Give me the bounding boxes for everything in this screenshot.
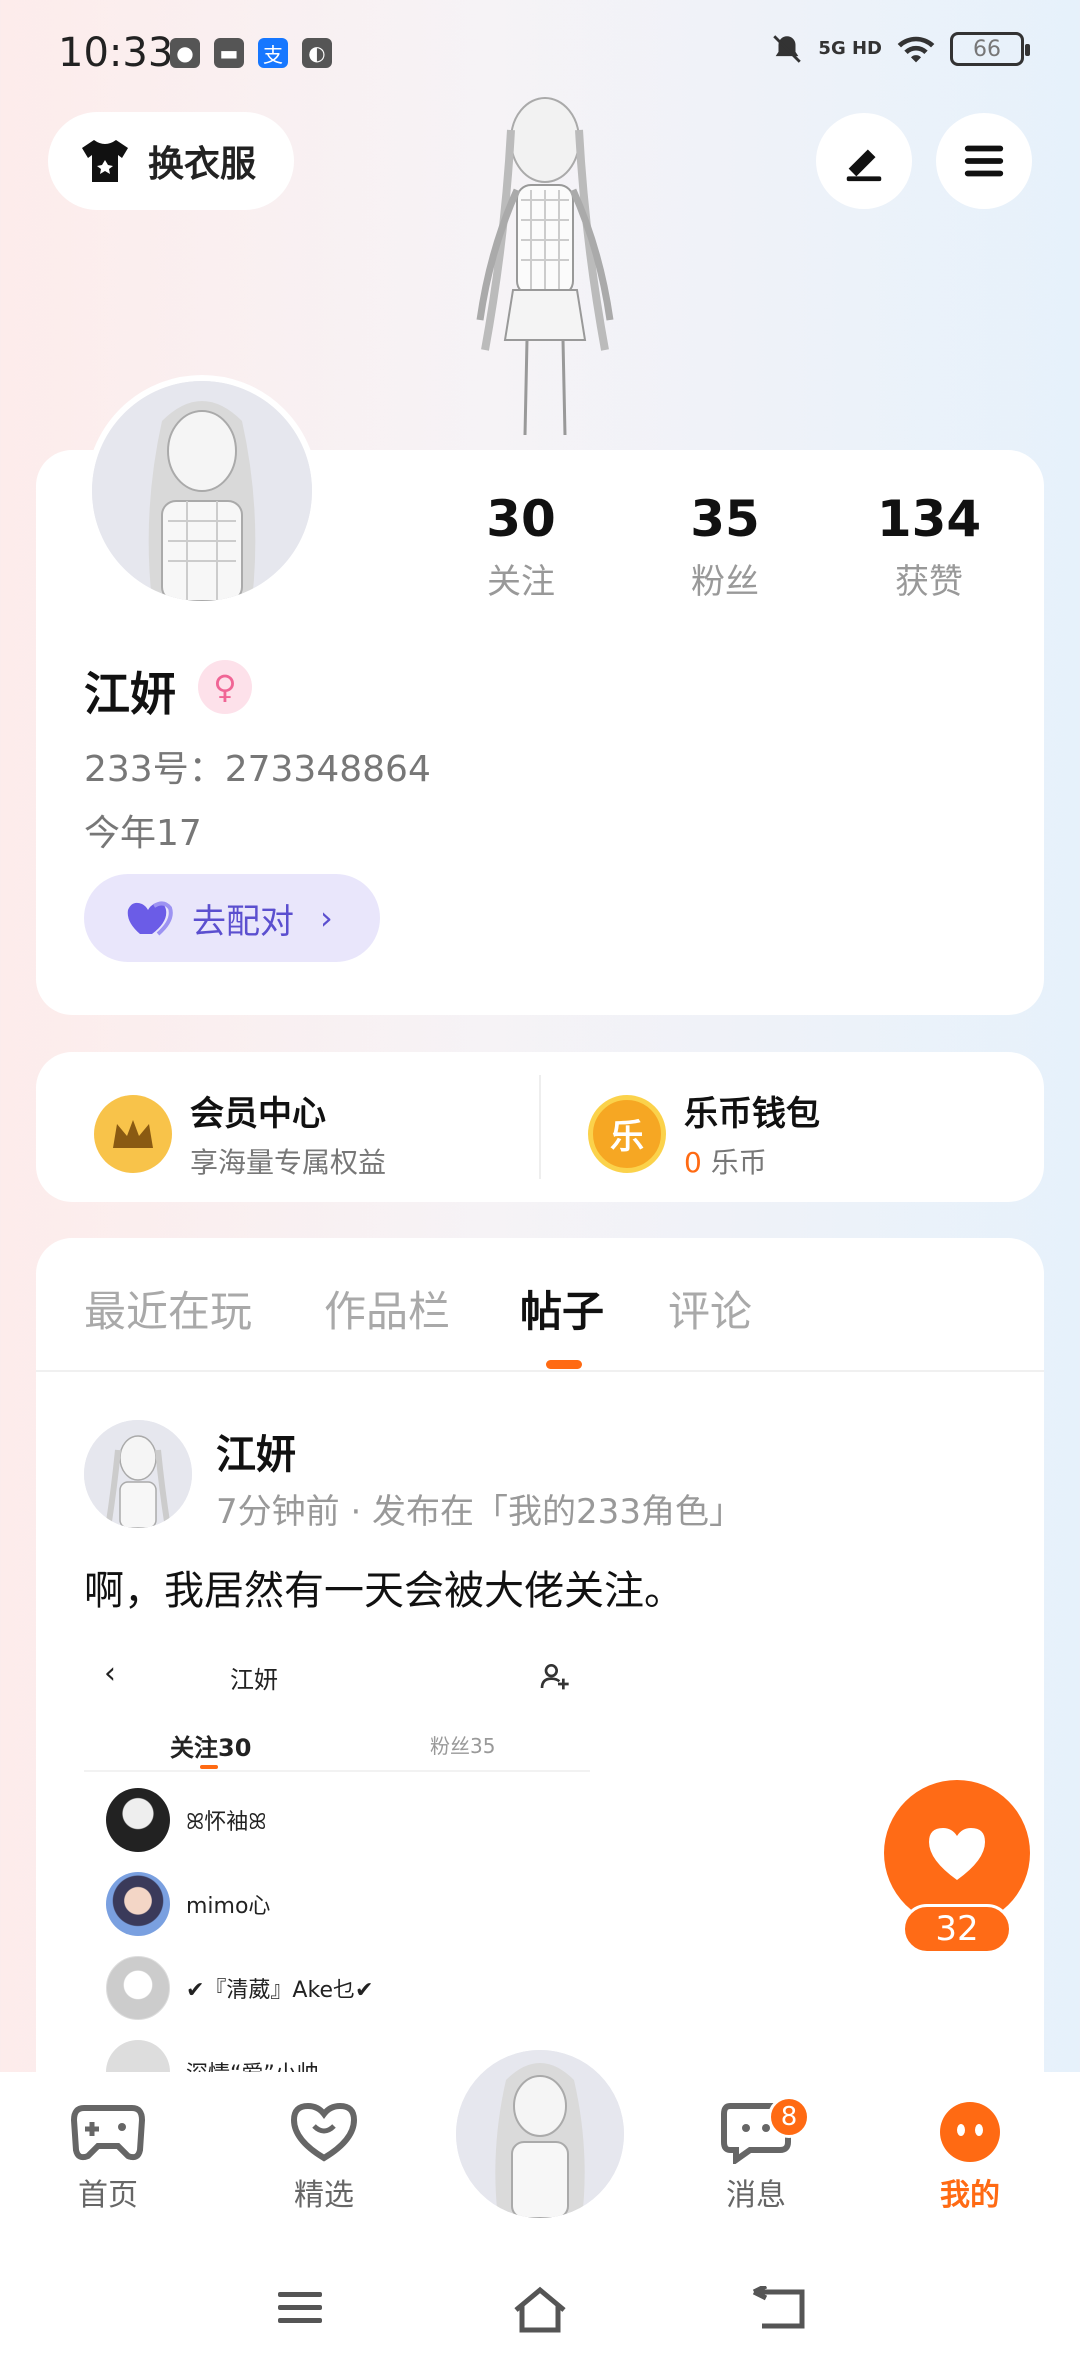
embed-divider <box>84 1770 590 1772</box>
nav-featured[interactable]: 精选 <box>254 2100 394 2214</box>
alipay-icon: 支 <box>258 38 288 68</box>
coin-icon: 乐 <box>588 1094 666 1173</box>
post-text: 啊，我居然有一天会被大佬关注。 <box>84 1568 684 1614</box>
nav-messages-label: 消息 <box>726 2178 786 2213</box>
embed-follow-row: mimo心 <box>106 1872 270 1936</box>
stat-following-value: 30 <box>486 490 556 548</box>
battery-icon: 66 <box>950 32 1030 66</box>
app-icon: ◐ <box>302 38 332 68</box>
match-label: 去配对 <box>192 901 294 942</box>
nav-mine[interactable]: 我的 <box>900 2100 1040 2214</box>
heart-icon <box>929 1828 985 1880</box>
shirt-icon <box>82 140 128 182</box>
embed-follow-row: ꕤ怀袖ꕤ <box>106 1788 267 1852</box>
female-icon: ♀ <box>198 660 252 714</box>
services-divider <box>539 1075 541 1179</box>
vip-center[interactable]: 会员中心 享海量专属权益 <box>94 1086 386 1181</box>
hamburger-icon <box>964 145 1004 177</box>
change-outfit-label: 换衣服 <box>148 144 257 185</box>
wallet-title: 乐币钱包 <box>684 1094 820 1134</box>
wifi-icon <box>897 36 935 63</box>
vip-subtitle: 享海量专属权益 <box>190 1146 387 1179</box>
profile-face-icon <box>940 2102 1000 2162</box>
chevron-right-icon: › <box>320 899 333 937</box>
notification-icons: ● ▬ 支 ◐ <box>170 38 332 68</box>
stat-likes[interactable]: 134 获赞 <box>839 490 1019 603</box>
embed-title: 江妍 <box>230 1666 278 1694</box>
avatar-character-figure <box>476 97 614 436</box>
stat-likes-value: 134 <box>876 490 982 548</box>
pencil-icon <box>846 149 882 182</box>
status-right: 5G HD 66 <box>770 32 1030 66</box>
profile-name: 江妍 <box>84 667 176 721</box>
embed-tab-fans: 粉丝35 <box>430 1734 496 1758</box>
embed-follow-avatar <box>106 1788 170 1852</box>
profile-avatar[interactable] <box>86 375 318 607</box>
tab-divider <box>36 1370 1044 1372</box>
tab-active-indicator <box>546 1360 582 1369</box>
embed-follow-name: ꕤ怀袖ꕤ <box>186 1810 267 1835</box>
nav-avatar-illustration <box>456 2050 624 2218</box>
menu-button[interactable] <box>936 113 1032 209</box>
wechat-icon: ● <box>170 38 200 68</box>
message-badge: 8 <box>768 2096 810 2138</box>
tab-works[interactable]: 作品栏 <box>324 1278 450 1339</box>
crown-icon <box>94 1094 172 1173</box>
post-author-avatar[interactable] <box>84 1420 192 1528</box>
embed-follow-name: mimo心 <box>186 1894 271 1919</box>
status-time: 10:33 <box>58 30 174 76</box>
gamepad-icon <box>70 2105 146 2161</box>
vip-title: 会员中心 <box>190 1094 326 1134</box>
tab-recently-played[interactable]: 最近在玩 <box>84 1278 252 1339</box>
post-author-name[interactable]: 江妍 <box>216 1422 296 1480</box>
avatar-illustration <box>92 381 312 601</box>
system-menu-icon[interactable] <box>276 2286 324 2330</box>
embed-follow-name: ✔『清葳』Ake乜✔ <box>186 1978 374 2003</box>
stat-fans-value: 35 <box>690 490 760 548</box>
nav-mine-label: 我的 <box>940 2178 1000 2213</box>
embed-follow-avatar <box>106 1956 170 2020</box>
embed-tab-following: 关注30 <box>170 1734 252 1762</box>
double-heart-icon <box>127 901 173 936</box>
embed-follow-row: ✔『清葳』Ake乜✔ <box>106 1956 373 2020</box>
stat-following[interactable]: 30 关注 <box>431 490 611 603</box>
system-home-icon[interactable] <box>510 2286 570 2334</box>
tab-comments[interactable]: 评论 <box>668 1278 752 1339</box>
profile-uid[interactable]: 233号：273348864 <box>84 740 431 792</box>
coin-wallet[interactable]: 乐 乐币钱包 0 乐币 <box>588 1086 820 1181</box>
tab-posts[interactable]: 帖子 <box>520 1278 604 1339</box>
match-button[interactable]: 去配对 › <box>84 874 380 962</box>
post-avatar-illustration <box>84 1420 192 1528</box>
mute-icon <box>773 35 802 63</box>
wallet-unit: 乐币 <box>710 1146 767 1179</box>
nav-avatar-button[interactable] <box>456 2050 624 2218</box>
heart-outline-icon <box>290 2102 358 2162</box>
nav-home-label: 首页 <box>78 2178 138 2213</box>
wallet-amount: 0 <box>684 1146 702 1179</box>
system-back-icon[interactable] <box>752 2286 808 2330</box>
nav-featured-label: 精选 <box>294 2178 354 2213</box>
stat-following-label: 关注 <box>487 562 555 602</box>
edit-button[interactable] <box>816 113 912 209</box>
embed-add-user-icon <box>540 1664 569 1690</box>
embed-back-icon: ‹ <box>104 1656 116 1691</box>
stat-fans-label: 粉丝 <box>691 562 759 602</box>
stat-fans[interactable]: 35 粉丝 <box>635 490 815 603</box>
embed-tab-indicator <box>200 1765 218 1769</box>
nav-home[interactable]: 首页 <box>38 2100 178 2214</box>
network-label: 5G HD <box>818 38 882 59</box>
message-app-icon: ▬ <box>214 38 244 68</box>
post-meta: 7分钟前 · 发布在「我的233角色」 <box>216 1492 743 1532</box>
stat-likes-label: 获赞 <box>895 562 963 602</box>
like-count: 32 <box>902 1904 1012 1954</box>
embed-follow-avatar <box>106 1872 170 1936</box>
change-outfit-button[interactable]: 换衣服 <box>48 112 294 210</box>
profile-age: 今年17 <box>84 813 202 854</box>
